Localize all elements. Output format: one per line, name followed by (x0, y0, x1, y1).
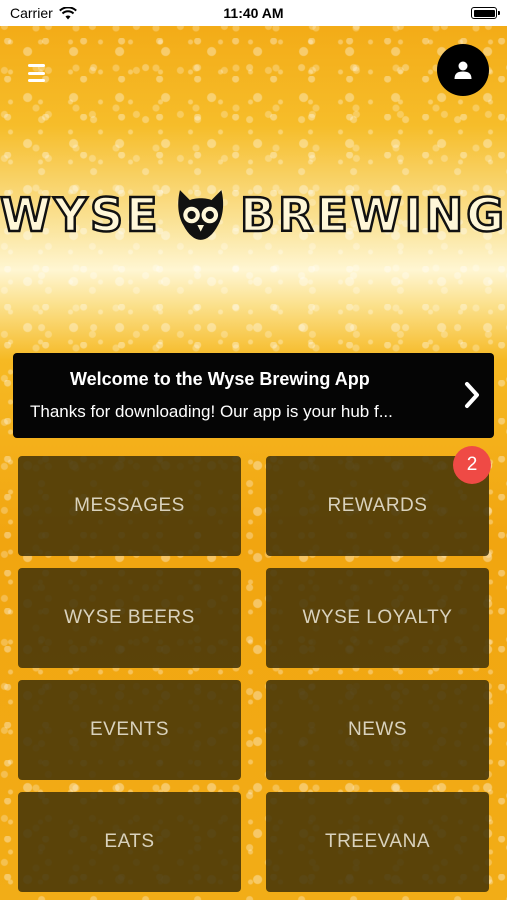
tile-eats[interactable]: EATS (18, 792, 241, 892)
tile-messages[interactable]: MESSAGES (18, 456, 241, 556)
tile-rewards[interactable]: REWARDS 2 (266, 446, 491, 556)
tile-label: EVENTS (89, 719, 170, 740)
profile-button[interactable] (437, 44, 489, 96)
battery-icon (471, 7, 500, 19)
banner-body: Thanks for downloading! Our app is your … (30, 402, 393, 421)
wifi-icon (58, 6, 77, 19)
welcome-banner[interactable]: Welcome to the Wyse Brewing App Thanks f… (13, 353, 494, 438)
tile-label: REWARDS (327, 495, 428, 516)
tile-wyse-loyalty[interactable]: WYSE LOYALTY (266, 568, 489, 668)
tile-label: TREEVANA (324, 831, 430, 852)
tile-label: WYSE BEERS (64, 607, 195, 628)
banner-title: Welcome to the Wyse Brewing App (70, 369, 370, 389)
tile-label: EATS (104, 831, 155, 852)
menu-grid: MESSAGES REWARDS 2 WYSE BEERS WYSE LOYAL… (18, 446, 491, 892)
hamburger-menu-icon (28, 64, 45, 67)
chevron-right-icon (465, 382, 479, 408)
tile-news[interactable]: NEWS (266, 680, 489, 780)
logo-text-right: BREWING (239, 187, 507, 244)
tile-label: WYSE LOYALTY (302, 607, 453, 628)
owl-icon (177, 190, 223, 240)
user-profile-icon (454, 61, 472, 79)
carrier-label: Carrier (10, 5, 53, 21)
logo-text-left: WYSE (0, 187, 161, 244)
notification-badge: 2 (453, 446, 491, 484)
brand-logo: WYSE BREWING (0, 180, 507, 250)
tile-wyse-beers[interactable]: WYSE BEERS (18, 568, 241, 668)
tile-treevana[interactable]: TREEVANA (266, 792, 489, 892)
menu-button[interactable] (28, 64, 50, 82)
tile-events[interactable]: EVENTS (18, 680, 241, 780)
tile-label: MESSAGES (74, 495, 185, 516)
tile-label: NEWS (348, 719, 407, 740)
status-bar: Carrier 11:40 AM (0, 0, 507, 26)
